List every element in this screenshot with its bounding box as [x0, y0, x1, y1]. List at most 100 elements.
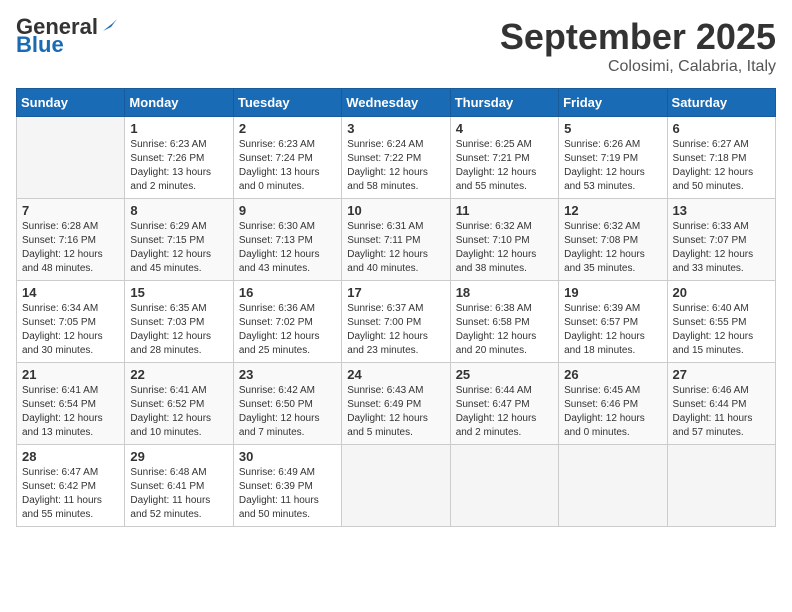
day-info: Sunrise: 6:39 AMSunset: 6:57 PMDaylight:…: [564, 302, 661, 358]
calendar-cell: [17, 117, 125, 199]
calendar-cell: 27Sunrise: 6:46 AMSunset: 6:44 PMDayligh…: [667, 363, 775, 445]
day-number: 16: [239, 285, 336, 300]
calendar-header-row: SundayMondayTuesdayWednesdayThursdayFrid…: [17, 89, 776, 117]
day-info: Sunrise: 6:26 AMSunset: 7:19 PMDaylight:…: [564, 138, 661, 194]
calendar-cell: 29 Sunrise: 6:48 AMSunset: 6:41 PMDayligh…: [125, 445, 233, 527]
calendar-cell: 11 Sunrise: 6:32 AMSunset: 7:10 PMDayligh…: [450, 199, 558, 281]
day-number: 20: [673, 285, 770, 300]
day-info: Sunrise: 6:30 AMSunset: 7:13 PMDaylight:…: [239, 220, 336, 276]
calendar-cell: 13 Sunrise: 6:33 AMSunset: 7:07 PMDayligh…: [667, 199, 775, 281]
calendar-cell: [450, 445, 558, 527]
day-number: 4: [456, 121, 553, 136]
logo-bird-icon: [99, 17, 117, 35]
day-info: Sunrise: 6:40 AMSunset: 6:55 PMDaylight:…: [673, 302, 770, 358]
day-number: 15: [130, 285, 227, 300]
calendar-cell: 15 Sunrise: 6:35 AMSunset: 7:03 PMDayligh…: [125, 281, 233, 363]
day-number: 2: [239, 121, 336, 136]
day-info: Sunrise: 6:45 AMSunset: 6:46 PMDaylight:…: [564, 384, 661, 440]
day-info: Sunrise: 6:24 AMSunset: 7:22 PMDaylight:…: [347, 138, 444, 194]
day-info: Sunrise: 6:44 AMSunset: 6:47 PMDaylight:…: [456, 384, 553, 440]
calendar-cell: 18 Sunrise: 6:38 AMSunset: 6:58 PMDayligh…: [450, 281, 558, 363]
page-header: General Blue September 2025 Colosimi, Ca…: [16, 16, 776, 76]
day-info: Sunrise: 6:34 AMSunset: 7:05 PMDaylight:…: [22, 302, 119, 358]
day-info: Sunrise: 6:23 AMSunset: 7:24 PMDaylight:…: [239, 138, 336, 194]
calendar-cell: 21 Sunrise: 6:41 AMSunset: 6:54 PMDayligh…: [17, 363, 125, 445]
day-number: 10: [347, 203, 444, 218]
calendar-cell: 10 Sunrise: 6:31 AMSunset: 7:11 PMDayligh…: [342, 199, 450, 281]
day-info: Sunrise: 6:32 AMSunset: 7:10 PMDaylight:…: [456, 220, 553, 276]
day-number: 21: [22, 367, 119, 382]
day-number: 12: [564, 203, 661, 218]
day-info: Sunrise: 6:42 AMSunset: 6:50 PMDaylight:…: [239, 384, 336, 440]
calendar-week-row: 7 Sunrise: 6:28 AMSunset: 7:16 PMDaylight…: [17, 199, 776, 281]
day-number: 1: [130, 121, 227, 136]
day-number: 6: [673, 121, 770, 136]
location-title: Colosimi, Calabria, Italy: [500, 58, 776, 76]
weekday-header: Monday: [125, 89, 233, 117]
calendar-cell: 20 Sunrise: 6:40 AMSunset: 6:55 PMDayligh…: [667, 281, 775, 363]
day-info: Sunrise: 6:28 AMSunset: 7:16 PMDaylight:…: [22, 220, 119, 276]
day-number: 17: [347, 285, 444, 300]
calendar-week-row: 28 Sunrise: 6:47 AMSunset: 6:42 PMDayligh…: [17, 445, 776, 527]
day-number: 27: [673, 367, 770, 382]
calendar-cell: 17 Sunrise: 6:37 AMSunset: 7:00 PMDayligh…: [342, 281, 450, 363]
day-number: 5: [564, 121, 661, 136]
day-number: 25: [456, 367, 553, 382]
day-info: Sunrise: 6:27 AMSunset: 7:18 PMDaylight:…: [673, 138, 770, 194]
calendar-cell: [667, 445, 775, 527]
day-info: Sunrise: 6:35 AMSunset: 7:03 PMDaylight:…: [130, 302, 227, 358]
calendar-cell: 14Sunrise: 6:34 AMSunset: 7:05 PMDayligh…: [17, 281, 125, 363]
day-number: 7: [22, 203, 119, 218]
day-number: 30: [239, 449, 336, 464]
weekday-header: Sunday: [17, 89, 125, 117]
day-number: 18: [456, 285, 553, 300]
day-info: Sunrise: 6:32 AMSunset: 7:08 PMDaylight:…: [564, 220, 661, 276]
day-number: 22: [130, 367, 227, 382]
weekday-header: Wednesday: [342, 89, 450, 117]
calendar-table: SundayMondayTuesdayWednesdayThursdayFrid…: [16, 88, 776, 527]
calendar-cell: 1 Sunrise: 6:23 AMSunset: 7:26 PMDaylight…: [125, 117, 233, 199]
weekday-header: Tuesday: [233, 89, 341, 117]
calendar-cell: 22 Sunrise: 6:41 AMSunset: 6:52 PMDayligh…: [125, 363, 233, 445]
calendar-cell: 8 Sunrise: 6:29 AMSunset: 7:15 PMDaylight…: [125, 199, 233, 281]
day-number: 11: [456, 203, 553, 218]
day-info: Sunrise: 6:41 AMSunset: 6:52 PMDaylight:…: [130, 384, 227, 440]
day-info: Sunrise: 6:49 AMSunset: 6:39 PMDaylight:…: [239, 466, 336, 522]
day-number: 24: [347, 367, 444, 382]
day-number: 28: [22, 449, 119, 464]
calendar-week-row: 1 Sunrise: 6:23 AMSunset: 7:26 PMDaylight…: [17, 117, 776, 199]
calendar-cell: 26Sunrise: 6:45 AMSunset: 6:46 PMDayligh…: [559, 363, 667, 445]
logo-blue: Blue: [16, 34, 64, 56]
day-info: Sunrise: 6:29 AMSunset: 7:15 PMDaylight:…: [130, 220, 227, 276]
day-info: Sunrise: 6:48 AMSunset: 6:41 PMDaylight:…: [130, 466, 227, 522]
day-number: 9: [239, 203, 336, 218]
weekday-header: Saturday: [667, 89, 775, 117]
day-number: 23: [239, 367, 336, 382]
day-info: Sunrise: 6:47 AMSunset: 6:42 PMDaylight:…: [22, 466, 119, 522]
calendar-cell: 28 Sunrise: 6:47 AMSunset: 6:42 PMDayligh…: [17, 445, 125, 527]
day-info: Sunrise: 6:37 AMSunset: 7:00 PMDaylight:…: [347, 302, 444, 358]
day-number: 29: [130, 449, 227, 464]
calendar-cell: 16 Sunrise: 6:36 AMSunset: 7:02 PMDayligh…: [233, 281, 341, 363]
day-number: 13: [673, 203, 770, 218]
title-block: September 2025 Colosimi, Calabria, Italy: [500, 16, 776, 76]
calendar-cell: 30 Sunrise: 6:49 AMSunset: 6:39 PMDayligh…: [233, 445, 341, 527]
day-number: 3: [347, 121, 444, 136]
day-info: Sunrise: 6:25 AMSunset: 7:21 PMDaylight:…: [456, 138, 553, 194]
calendar-cell: [342, 445, 450, 527]
day-info: Sunrise: 6:31 AMSunset: 7:11 PMDaylight:…: [347, 220, 444, 276]
day-number: 8: [130, 203, 227, 218]
day-info: Sunrise: 6:41 AMSunset: 6:54 PMDaylight:…: [22, 384, 119, 440]
calendar-cell: 4 Sunrise: 6:25 AMSunset: 7:21 PMDaylight…: [450, 117, 558, 199]
day-info: Sunrise: 6:33 AMSunset: 7:07 PMDaylight:…: [673, 220, 770, 276]
calendar-cell: 7 Sunrise: 6:28 AMSunset: 7:16 PMDaylight…: [17, 199, 125, 281]
calendar-week-row: 21 Sunrise: 6:41 AMSunset: 6:54 PMDayligh…: [17, 363, 776, 445]
calendar-cell: 5 Sunrise: 6:26 AMSunset: 7:19 PMDaylight…: [559, 117, 667, 199]
calendar-cell: 12 Sunrise: 6:32 AMSunset: 7:08 PMDayligh…: [559, 199, 667, 281]
day-info: Sunrise: 6:38 AMSunset: 6:58 PMDaylight:…: [456, 302, 553, 358]
day-info: Sunrise: 6:36 AMSunset: 7:02 PMDaylight:…: [239, 302, 336, 358]
calendar-cell: 6 Sunrise: 6:27 AMSunset: 7:18 PMDaylight…: [667, 117, 775, 199]
calendar-cell: 3 Sunrise: 6:24 AMSunset: 7:22 PMDaylight…: [342, 117, 450, 199]
calendar-cell: 24Sunrise: 6:43 AMSunset: 6:49 PMDayligh…: [342, 363, 450, 445]
day-info: Sunrise: 6:23 AMSunset: 7:26 PMDaylight:…: [130, 138, 227, 194]
